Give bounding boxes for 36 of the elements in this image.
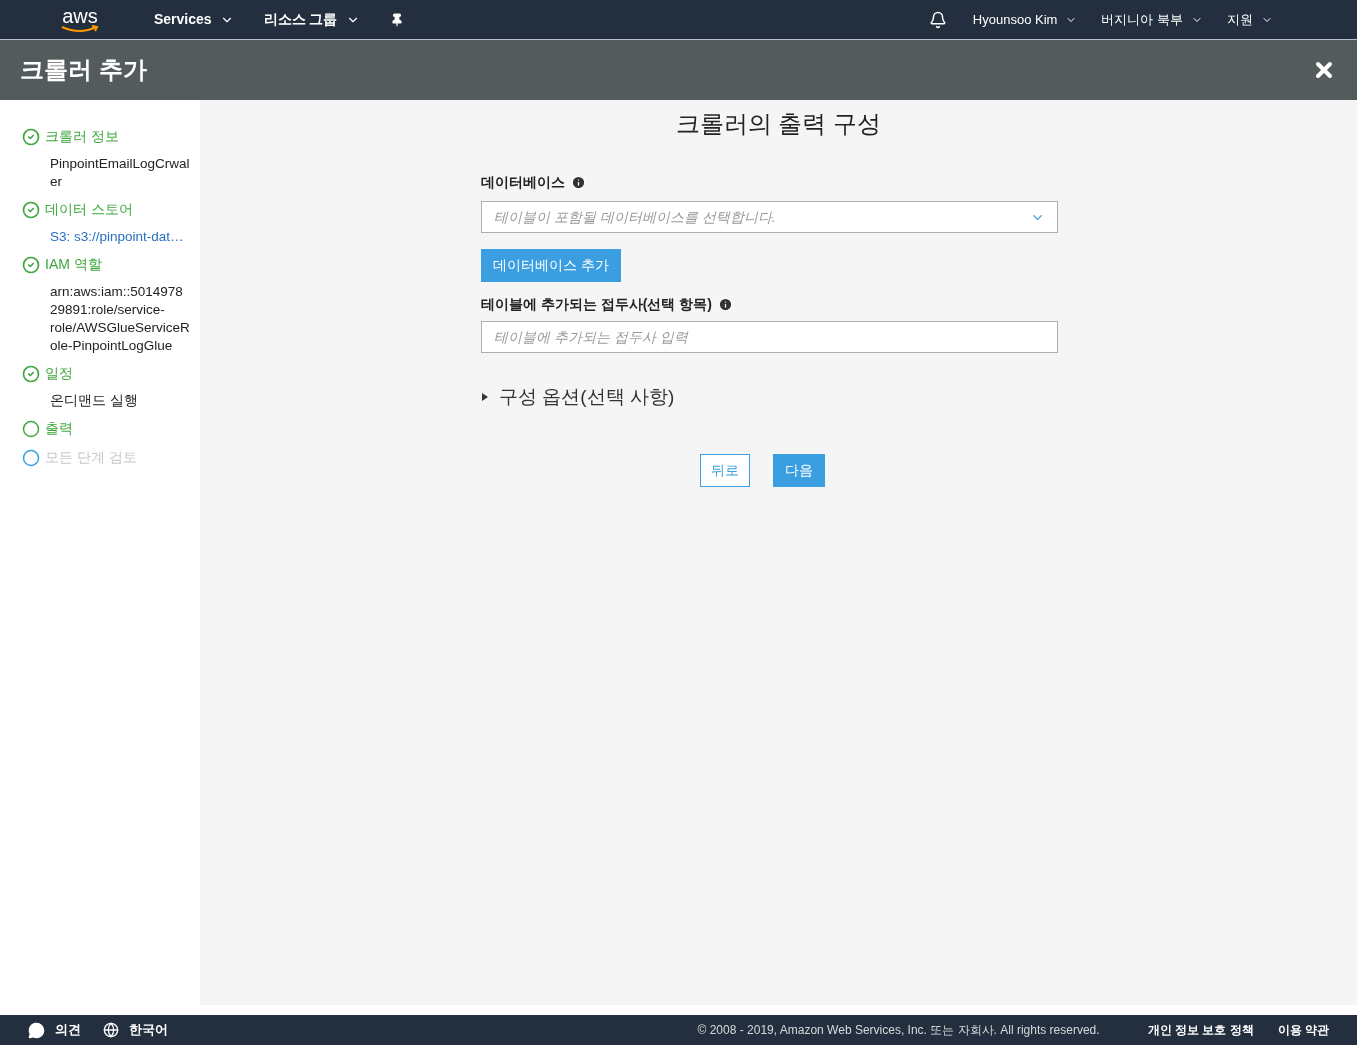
prefix-input-field[interactable]: 테이블에 추가되는 접두사 입력 (481, 321, 1058, 353)
nav-menu[interactable]: Services (154, 9, 234, 30)
info-icon[interactable] (571, 175, 586, 190)
select-placeholder: 테이블이 포함될 데이터베이스를 선택합니다. (494, 207, 776, 227)
field-label: 테이블에 추가되는 접두사(선택 항목) (481, 295, 712, 314)
page-title: 크롤러 추가 (20, 55, 147, 85)
form-title: 크롤러의 출력 구성 (675, 109, 882, 139)
copyright-text: © 2008 - 2019, Amazon Web Services, Inc. 또는 자회사. All rights reserved. (697, 1022, 1100, 1039)
check-circle-icon (22, 127, 40, 146)
nav-menu[interactable]: 버지니아 북부 (1101, 9, 1203, 30)
feedback-link[interactable]: 의견 (55, 1020, 81, 1040)
circle-icon (22, 419, 40, 438)
check-circle-icon (22, 200, 40, 219)
circle-icon (22, 448, 40, 467)
step-detail-link[interactable]: S3: s3://pinpoint-dat… (50, 228, 190, 246)
field-label: 데이터베이스 (481, 173, 565, 192)
step-detail: arn:aws:iam::501497829891:role/service-role/AWSGlueServiceRole-PinpointLogGlue (50, 283, 190, 355)
nav-menu[interactable]: Hyounsoo Kim (972, 9, 1078, 30)
bell-icon[interactable] (928, 10, 947, 29)
check-circle-icon (22, 255, 40, 274)
footer-link[interactable]: 이용 약관 (1277, 1021, 1329, 1039)
step-detail: PinpointEmailLogCrwaler (50, 155, 190, 191)
nav-menu[interactable]: 리소스 그룹 (263, 9, 360, 30)
pin-icon[interactable] (389, 12, 404, 27)
language-link[interactable]: 한국어 (129, 1020, 168, 1040)
smile-arrow-icon (60, 24, 100, 33)
globe-icon (103, 1022, 119, 1038)
step-detail: 온디맨드 실행 (50, 392, 139, 410)
footer-link[interactable]: 개인 정보 보호 정책 (1147, 1021, 1254, 1039)
options-expander[interactable]: 구성 옵션(선택 사항) (481, 383, 675, 412)
speech-bubble-icon (28, 1021, 45, 1039)
check-circle-icon (22, 364, 40, 383)
triangle-icon (481, 392, 489, 403)
aws-logo[interactable]: aws (62, 6, 98, 25)
nav-menu[interactable]: 지원 (1227, 9, 1273, 30)
info-icon[interactable] (718, 297, 733, 312)
